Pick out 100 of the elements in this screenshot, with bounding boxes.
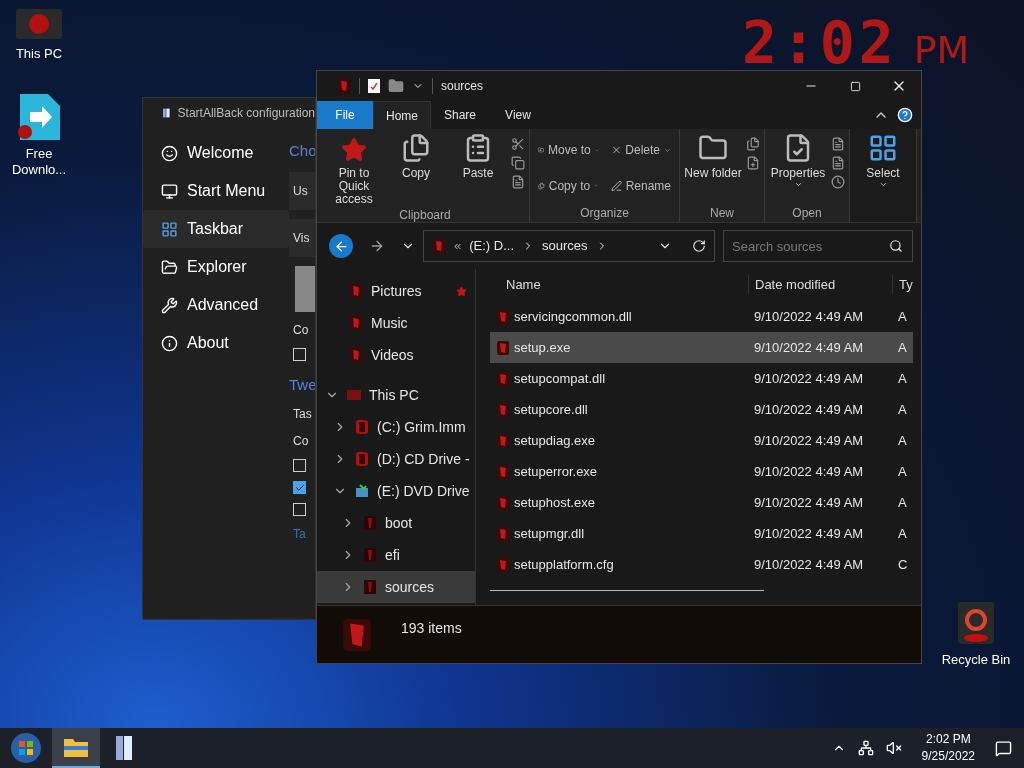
- file-icon: [349, 315, 363, 331]
- volume-muted-icon[interactable]: [885, 740, 902, 756]
- ribbon-button[interactable]: New folder: [684, 133, 742, 204]
- nav-item[interactable]: efi: [317, 539, 475, 571]
- nav-item[interactable]: (C:) Grim.Imm: [317, 411, 475, 443]
- breadcrumb[interactable]: (E:) D...: [469, 236, 514, 256]
- file-row[interactable]: servicingcommon.dll 9/10/2022 4:49 AM A: [490, 301, 913, 332]
- file-row[interactable]: setupcore.dll 9/10/2022 4:49 AM A: [490, 394, 913, 425]
- file-row[interactable]: setup.exe 9/10/2022 4:49 AM A: [490, 332, 913, 363]
- file-type: A: [898, 338, 907, 357]
- ribbon-button[interactable]: Delete: [606, 137, 675, 163]
- file-row[interactable]: setupplatform.cfg 9/10/2022 4:49 AM C: [490, 549, 913, 580]
- ribbon-group-label: New: [709, 205, 735, 222]
- file-row[interactable]: setuperror.exe 9/10/2022 4:49 AM A: [490, 456, 913, 487]
- ribbon-button[interactable]: Copy to: [534, 172, 603, 199]
- nav-item[interactable]: This PC: [317, 379, 475, 411]
- ribbon-button[interactable]: Properties: [769, 133, 827, 204]
- file-row[interactable]: setupmgr.dll 9/10/2022 4:49 AM A: [490, 518, 913, 549]
- tray-clock[interactable]: 2:02 PM 9/25/2022: [913, 731, 983, 765]
- nav-item[interactable]: (D:) CD Drive -: [317, 443, 475, 475]
- column-header[interactable]: Name: [490, 274, 748, 294]
- taskbar-icon: [161, 220, 178, 238]
- folder-icon[interactable]: [388, 78, 404, 94]
- nav-label: (C:) Grim.Imm: [377, 417, 466, 437]
- sidebar-item[interactable]: Welcome: [143, 134, 289, 172]
- properties-icon[interactable]: [368, 79, 380, 93]
- nav-item[interactable]: Pictures: [317, 275, 475, 307]
- file-row[interactable]: setuphost.exe 9/10/2022 4:49 AM A: [490, 487, 913, 518]
- drive-icon: [355, 451, 369, 467]
- file-type: A: [898, 431, 907, 450]
- nav-label: Pictures: [371, 281, 422, 301]
- ribbon-tab[interactable]: File: [317, 101, 373, 129]
- sidebar-item[interactable]: Start Menu: [143, 172, 289, 210]
- file-date: 9/10/2022 4:49 AM: [754, 555, 865, 574]
- desktop-shortcut[interactable]: This PC: [0, 8, 78, 62]
- nav-label: efi: [385, 545, 400, 565]
- back-button[interactable]: [329, 234, 353, 258]
- file-row[interactable]: setupcompat.dll 9/10/2022 4:49 AM A: [490, 363, 913, 394]
- ribbon-button[interactable]: Move to: [534, 137, 603, 163]
- help-icon[interactable]: [897, 107, 913, 123]
- checkbox[interactable]: [293, 481, 306, 494]
- nav-item[interactable]: Videos: [317, 339, 475, 371]
- checkbox[interactable]: [293, 347, 306, 361]
- ribbon-tab[interactable]: View: [489, 101, 547, 129]
- search-icon[interactable]: [889, 239, 903, 253]
- sidebar-item[interactable]: Advanced: [143, 286, 289, 324]
- drive-icon: [355, 484, 369, 498]
- network-icon[interactable]: [857, 740, 874, 756]
- ribbon-tab[interactable]: Home: [373, 101, 431, 129]
- ribbon-button[interactable]: Rename: [606, 172, 675, 199]
- desktop-shortcut[interactable]: Recycle Bin: [936, 600, 1016, 670]
- notification-icon[interactable]: [995, 739, 1012, 757]
- file-date: 9/10/2022 4:49 AM: [754, 462, 865, 481]
- column-header[interactable]: Ty: [892, 274, 913, 294]
- file-name: setup.exe: [514, 338, 572, 357]
- file-name: setupmgr.dll: [514, 524, 586, 543]
- desktop-shortcut[interactable]: Free Downlo...: [0, 92, 78, 178]
- open-icon[interactable]: [831, 137, 845, 151]
- ribbon-button[interactable]: Pin to Quick access: [325, 133, 383, 206]
- shortcut-icon[interactable]: [511, 175, 525, 189]
- search-field[interactable]: Search sources: [723, 230, 913, 262]
- ribbon-button[interactable]: Paste: [449, 133, 507, 206]
- sidebar-item[interactable]: Explorer: [143, 248, 289, 286]
- nav-item[interactable]: sources: [317, 571, 475, 603]
- breadcrumb[interactable]: sources: [542, 236, 588, 256]
- column-header[interactable]: Date modified: [748, 274, 892, 294]
- sidebar-label: Welcome: [187, 143, 254, 163]
- taskbar-app[interactable]: [52, 728, 100, 768]
- sidebar-label: About: [187, 333, 229, 353]
- horizontal-scrollbar[interactable]: [490, 590, 764, 591]
- refresh-icon[interactable]: [692, 239, 706, 253]
- nav-item[interactable]: Music: [317, 307, 475, 339]
- copy-path-icon[interactable]: [511, 156, 525, 170]
- app-icon: [116, 736, 132, 760]
- nav-label: Music: [371, 313, 408, 333]
- nav-item[interactable]: (E:) DVD Drive: [317, 475, 475, 507]
- nav-label: (D:) CD Drive -: [377, 449, 470, 469]
- desktop-clock-period: PM: [913, 28, 970, 72]
- breadcrumb[interactable]: «: [454, 236, 462, 256]
- sidebar-item[interactable]: Taskbar: [143, 210, 289, 248]
- easy-access-icon[interactable]: [746, 156, 760, 170]
- checkbox[interactable]: [293, 503, 306, 516]
- section-heading: Twe: [289, 374, 315, 395]
- edit-icon[interactable]: [831, 156, 845, 170]
- forward-arrow-icon[interactable]: [369, 238, 385, 254]
- nav-label: boot: [385, 513, 413, 533]
- scissors-icon[interactable]: [511, 137, 525, 151]
- file-row[interactable]: setupdiag.exe 9/10/2022 4:49 AM A: [490, 425, 913, 456]
- nav-item[interactable]: boot: [317, 507, 475, 539]
- new-item-icon[interactable]: [746, 137, 760, 151]
- ribbon-tab[interactable]: Share: [431, 101, 489, 129]
- file-icon: [432, 238, 446, 254]
- monitor-icon: [161, 182, 178, 200]
- address-bar[interactable]: « (E:) D... sources: [423, 230, 715, 262]
- desktop-clock-time: 2:02: [742, 14, 898, 72]
- checkbox[interactable]: [293, 459, 306, 472]
- ribbon-button[interactable]: Copy: [387, 133, 445, 206]
- file-icon: [496, 401, 510, 418]
- history-icon[interactable]: [831, 175, 845, 189]
- sidebar-item[interactable]: About: [143, 324, 289, 362]
